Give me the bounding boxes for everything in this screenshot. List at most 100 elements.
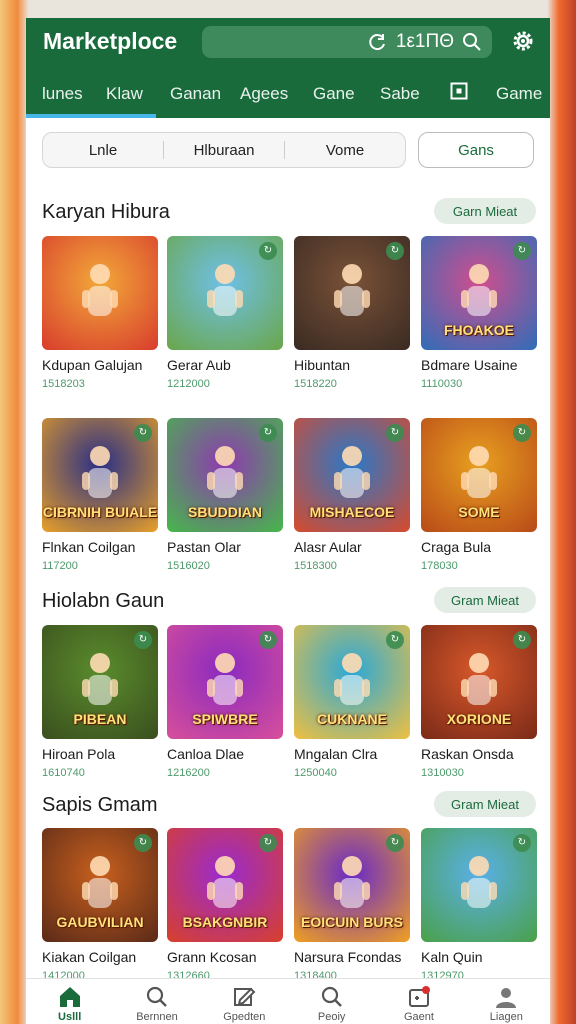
game-tile[interactable]: Kdupan Galujan 1518203 bbox=[42, 236, 158, 390]
update-badge-icon: ↻ bbox=[386, 834, 404, 852]
refresh-icon[interactable] bbox=[368, 32, 388, 52]
game-thumbnail[interactable]: ↻ EOICUIN BURS bbox=[294, 828, 410, 942]
nav-item-peoiy[interactable]: Peoiy bbox=[288, 979, 375, 1024]
nav-item-label: Gpedten bbox=[223, 1011, 266, 1023]
game-thumbnail[interactable]: ↻ bbox=[167, 236, 283, 350]
game-count: 1518220 bbox=[294, 378, 337, 390]
character-illustration bbox=[205, 854, 245, 918]
game-count: 1212000 bbox=[167, 378, 210, 390]
app-title: Marketploce bbox=[43, 28, 178, 54]
nav-item-gpedten[interactable]: Gpedten bbox=[201, 979, 288, 1024]
game-thumbnail[interactable] bbox=[42, 236, 158, 350]
game-count: 1216200 bbox=[167, 767, 210, 779]
update-badge-icon: ↻ bbox=[513, 631, 531, 649]
nav-item-liagen[interactable]: Liagen bbox=[463, 979, 550, 1024]
see-more-button[interactable]: Gram Mieat bbox=[434, 587, 536, 613]
tab-gane[interactable]: Gane bbox=[313, 84, 355, 104]
update-badge-icon: ↻ bbox=[259, 424, 277, 442]
game-tile[interactable]: ↻ BSAKGNBIR Grann Kcosan 1312660 bbox=[167, 828, 283, 982]
game-logo-text: FHOAKOE bbox=[444, 322, 514, 338]
nav-item-label: Bernnen bbox=[136, 1011, 178, 1023]
tab-lunes[interactable]: lunes bbox=[42, 84, 83, 104]
game-name: Hibuntan bbox=[294, 357, 351, 373]
tab-game[interactable]: Game bbox=[496, 84, 542, 104]
game-tile[interactable]: ↻ Hibuntan 1518220 bbox=[294, 236, 410, 390]
game-thumbnail[interactable]: ↻ BSAKGNBIR bbox=[167, 828, 283, 942]
game-count: 1250040 bbox=[294, 767, 337, 779]
game-tile[interactable]: ↻ SPIWBRE Canloa Dlae 1216200 bbox=[167, 625, 283, 779]
gear-icon[interactable] bbox=[510, 28, 536, 54]
nav-item-bernnen[interactable]: Bernnen bbox=[113, 979, 200, 1024]
see-more-button[interactable]: Garn Mieat bbox=[434, 198, 536, 224]
game-count: 1518300 bbox=[294, 560, 337, 572]
filter-chip-vome[interactable]: Vome bbox=[285, 142, 405, 159]
game-tile[interactable]: ↻ GAUBVILIAN Kiakan Coilgan 1412000 bbox=[42, 828, 158, 982]
game-thumbnail[interactable]: ↻ PIBEAN bbox=[42, 625, 158, 739]
game-tile[interactable]: ↻ Kaln Quin 1312970 bbox=[421, 828, 537, 982]
tab-klaw[interactable]: Klaw bbox=[106, 84, 143, 104]
filter-chip-lnle[interactable]: Lnle bbox=[43, 142, 163, 159]
game-tile[interactable]: ↻ CIBRNIH BUIALE Flnkan Coilgan 117200 bbox=[42, 418, 158, 572]
tab-square-icon[interactable] bbox=[450, 82, 468, 105]
filter-chip-gans[interactable]: Gans bbox=[418, 132, 534, 168]
game-thumbnail[interactable]: ↻ CIBRNIH BUIALE bbox=[42, 418, 158, 532]
character-illustration bbox=[332, 651, 372, 715]
tab-sabe[interactable]: Sabe bbox=[380, 84, 420, 104]
character-illustration bbox=[332, 262, 372, 326]
game-thumbnail[interactable]: ↻ XORIONE bbox=[421, 625, 537, 739]
game-tile[interactable]: ↻ EOICUIN BURS Narsura Fcondas 1318400 bbox=[294, 828, 410, 982]
game-thumbnail[interactable]: ↻ bbox=[421, 828, 537, 942]
game-tile[interactable]: ↻ MISHAECOE Alasr Aular 1518300 bbox=[294, 418, 410, 572]
profile-icon bbox=[493, 985, 519, 1009]
game-logo-text: PIBEAN bbox=[73, 711, 127, 727]
see-more-button[interactable]: Gram Mieat bbox=[434, 791, 536, 817]
game-thumbnail[interactable]: ↻ FHOAKOE bbox=[421, 236, 537, 350]
game-logo-text: CUKNANE bbox=[317, 711, 387, 727]
filter-group: Lnle Hlburaan Vome bbox=[42, 132, 406, 168]
update-badge-icon: ↻ bbox=[259, 631, 277, 649]
game-tile[interactable]: ↻ SBUDDIAN Pastan Olar 1516020 bbox=[167, 418, 283, 572]
game-thumbnail[interactable]: ↻ MISHAECOE bbox=[294, 418, 410, 532]
nav-item-uslll[interactable]: Uslll bbox=[26, 979, 113, 1024]
game-thumbnail[interactable]: ↻ bbox=[294, 236, 410, 350]
game-thumbnail[interactable]: ↻ SOME bbox=[421, 418, 537, 532]
active-tab-indicator bbox=[26, 114, 156, 118]
game-logo-text: EOICUIN BURS bbox=[301, 914, 403, 930]
tab-ganan[interactable]: Ganan bbox=[170, 84, 221, 104]
game-logo-text: CIBRNIH BUIALE bbox=[42, 504, 158, 520]
character-illustration bbox=[205, 651, 245, 715]
game-thumbnail[interactable]: ↻ SBUDDIAN bbox=[167, 418, 283, 532]
game-tile[interactable]: ↻ FHOAKOE Bdmare Usaine 1110030 bbox=[421, 236, 537, 390]
game-count: 1110030 bbox=[421, 378, 463, 390]
update-badge-icon: ↻ bbox=[513, 424, 531, 442]
game-count: 1310030 bbox=[421, 767, 464, 779]
gamepad-icon bbox=[406, 985, 432, 1009]
search-bar[interactable]: 1ε1ΠΘ bbox=[202, 26, 492, 58]
nav-item-gaent[interactable]: Gaent bbox=[375, 979, 462, 1024]
game-name: Narsura Fcondas bbox=[294, 949, 402, 965]
character-illustration bbox=[332, 854, 372, 918]
bottom-nav: Uslll Bernnen Gpedten Peoiy Gaent Liagen bbox=[26, 978, 550, 1024]
game-tile[interactable]: ↻ SOME Craga Bula 178030 bbox=[421, 418, 537, 572]
game-tile[interactable]: ↻ Gerar Aub 1212000 bbox=[167, 236, 283, 390]
game-thumbnail[interactable]: ↻ CUKNANE bbox=[294, 625, 410, 739]
game-name: Flnkan Coilgan bbox=[42, 539, 136, 555]
game-tile[interactable]: ↻ CUKNANE Mngalan Clra 1250040 bbox=[294, 625, 410, 779]
game-name: Kdupan Galujan bbox=[42, 357, 143, 373]
game-tile[interactable]: ↻ PIBEAN Hiroan Pola 1610740 bbox=[42, 625, 158, 779]
section-title: Karyan Hibura bbox=[42, 201, 170, 223]
game-logo-text: SBUDDIAN bbox=[188, 504, 262, 520]
game-count: 1610740 bbox=[42, 767, 85, 779]
filter-chip-hlburaan[interactable]: Hlburaan bbox=[164, 142, 284, 159]
game-logo-text: BSAKGNBIR bbox=[182, 914, 268, 930]
character-illustration bbox=[332, 444, 372, 508]
tab-agees[interactable]: Agees bbox=[240, 84, 288, 104]
search-icon[interactable] bbox=[462, 32, 482, 52]
game-tile[interactable]: ↻ XORIONE Raskan Onsda 1310030 bbox=[421, 625, 537, 779]
game-thumbnail[interactable]: ↻ SPIWBRE bbox=[167, 625, 283, 739]
update-badge-icon: ↻ bbox=[513, 834, 531, 852]
game-name: Grann Kcosan bbox=[167, 949, 257, 965]
magnifier-icon bbox=[319, 985, 345, 1009]
game-thumbnail[interactable]: ↻ GAUBVILIAN bbox=[42, 828, 158, 942]
update-badge-icon: ↻ bbox=[134, 631, 152, 649]
